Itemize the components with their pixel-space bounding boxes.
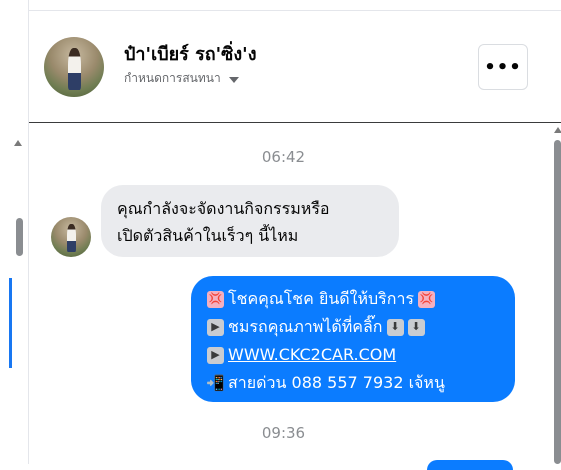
incoming-message-line: คุณกำลังจะจัดงานกิจกรรมหรือ [117,199,330,218]
website-link[interactable]: WWW.CKC2CAR.COM [228,341,396,369]
incoming-message-bubble[interactable]: คุณกำลังจะจัดงานกิจกรรมหรือ เปิดตัวสินค้… [101,185,399,257]
conversation-schedule-label: กำหนดการสนทนา [124,71,221,85]
outgoing-message-bubble-partial[interactable] [427,460,513,470]
outgoing-message-line-3: ▶ WWW.CKC2CAR.COM [207,341,501,369]
play-button-icon: ▶ [207,346,224,364]
outgoing-text: สายด่วน 088 557 7932 เจ้หนู [228,373,445,392]
chat-scrollbar-thumb[interactable] [554,140,561,464]
contact-name[interactable]: ป๋า'เบียร์ รถ'ซิ่ง'ง [124,39,257,68]
conversation-list-edge [0,0,29,464]
caret-down-icon [228,76,239,83]
outgoing-message-line-4: 📲 สายด่วน 088 557 7932 เจ้หนู [206,369,501,397]
down-arrow-icon: ⬇ [386,318,404,336]
mobile-phone-icon: 📲 [206,374,225,392]
more-dots-icon: ••• [484,56,522,78]
play-button-icon: ▶ [207,318,224,336]
sender-avatar[interactable] [51,217,91,257]
message-timestamp: 06:42 [261,148,306,166]
left-scrollbar-thumb[interactable] [16,218,23,256]
down-arrow-icon: ⬇ [407,318,425,336]
outgoing-message-line-2: ▶ ชมรถคุณภาพได้ที่คลิ๊ก ⬇ ⬇ [207,313,501,341]
outgoing-text: ชมรถคุณภาพได้ที่คลิ๊ก [228,317,383,336]
outgoing-message-line-1: 💢 โชคคุณโชค ยินดีให้บริการ 💢 [207,285,501,313]
chat-header: ป๋า'เบียร์ รถ'ซิ่ง'ง กำหนดการสนทนา ••• [29,11,561,123]
conversation-schedule-dropdown[interactable]: กำหนดการสนทนา [124,69,239,88]
incoming-message-line: เปิดตัวสินค้าในเร็วๆ นี้ไหม [117,226,299,245]
scroll-up-arrow-icon[interactable] [14,140,22,146]
outgoing-text: โชคคุณโชค ยินดีให้บริการ [228,289,415,308]
anger-symbol-icon: 💢 [418,290,436,308]
outgoing-message-bubble[interactable]: 💢 โชคคุณโชค ยินดีให้บริการ 💢 ▶ ชมรถคุณภา… [191,276,515,402]
message-timestamp: 09:36 [261,424,306,442]
scroll-up-arrow-icon[interactable] [554,127,561,133]
contact-avatar[interactable] [44,37,104,97]
more-options-button[interactable]: ••• [478,44,528,90]
active-conversation-indicator [9,278,12,368]
anger-symbol-icon: 💢 [207,290,224,308]
